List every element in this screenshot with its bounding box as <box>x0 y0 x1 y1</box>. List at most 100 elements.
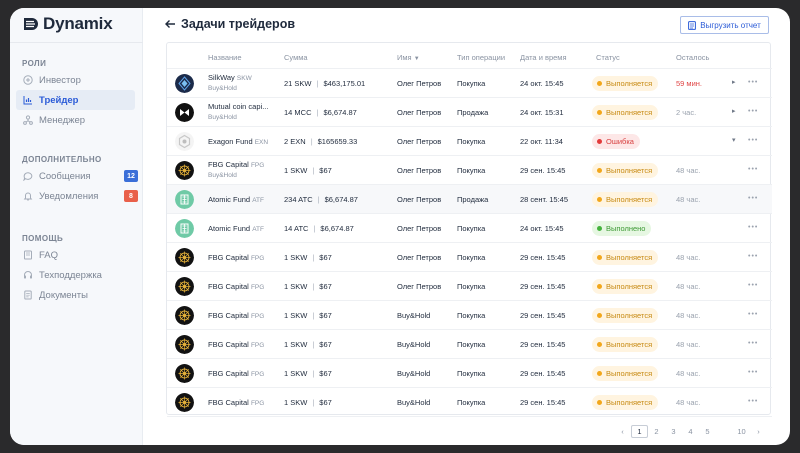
asset-name[interactable]: Atomic Fund ATF <box>208 195 278 204</box>
sum-amount: 14 ATC <box>284 224 309 233</box>
asset-name[interactable]: Exagon Fund EXN <box>208 137 278 146</box>
logo[interactable]: Dynamix <box>22 13 113 35</box>
operation-type: Покупка <box>457 224 486 233</box>
status-dot <box>597 226 602 231</box>
sidebar-item-notifications[interactable]: Уведомления 8 <box>16 186 138 206</box>
sum-usd: $165659.33 <box>317 137 358 146</box>
table-row[interactable]: Mutual coin capi... Buy&Hold 14 MCC | $6,674… <box>167 98 772 127</box>
asset-name-text: Atomic Fund <box>208 224 251 233</box>
table-row[interactable]: FBG Capital FPG 1 SKW | $67 Buy&Hold Покупка 2… <box>167 330 772 359</box>
header-user[interactable]: Имя ▼ <box>397 53 420 62</box>
table-row[interactable]: FBG Capital FPG 1 SKW | $67 Buy&Hold Покупка 2… <box>167 359 772 388</box>
asset-name[interactable]: Atomic Fund ATF <box>208 224 278 233</box>
sidebar-item-label: Уведомления <box>39 190 99 202</box>
time-left: 48 час. <box>676 340 701 349</box>
asset-strategy: Buy&Hold <box>208 114 237 121</box>
asset-ticker: ATF <box>252 226 264 233</box>
more-options-icon[interactable]: ••• <box>748 398 758 405</box>
status-badge: Выполняется <box>592 279 659 294</box>
user-cell: Buy&Hold <box>397 369 431 378</box>
sidebar-item-label: Техподдержка <box>39 269 102 281</box>
header-datetime[interactable]: Дата и время <box>520 53 567 62</box>
table-row[interactable]: FBG Capital FPG Buy&Hold 1 SKW | $67 Олег Пет… <box>167 156 772 185</box>
sidebar-item-trader[interactable]: Трейдер <box>16 90 135 110</box>
sidebar-item-faq[interactable]: FAQ <box>16 245 135 265</box>
sum-separator: | <box>312 398 315 407</box>
operation-type: Покупка <box>457 282 486 291</box>
pagination-page[interactable]: 4 <box>682 425 699 438</box>
fbg-avatar <box>175 248 194 267</box>
asset-name[interactable]: FBG Capital FPG <box>208 369 278 378</box>
asset-name[interactable]: FBG Capital FPG <box>208 340 278 349</box>
more-options-icon[interactable]: ••• <box>748 340 758 347</box>
status-label: Выполняется <box>606 195 653 204</box>
more-options-icon[interactable]: ••• <box>748 137 758 144</box>
more-options-icon[interactable]: ••• <box>748 195 758 202</box>
asset-name[interactable]: FBG Capital FPG <box>208 160 278 169</box>
asset-name[interactable]: FBG Capital FPG <box>208 282 278 291</box>
status-dot <box>597 342 602 347</box>
header-type[interactable]: Тип операции <box>457 53 505 62</box>
more-options-icon[interactable]: ••• <box>748 311 758 318</box>
status-dot <box>597 371 602 376</box>
sum-usd: $67 <box>319 282 332 291</box>
more-options-icon[interactable]: ••• <box>748 108 758 115</box>
header-left[interactable]: Осталось <box>676 53 709 62</box>
more-options-icon[interactable]: ••• <box>748 166 758 173</box>
asset-ticker: EXN <box>254 139 269 146</box>
time-left: 48 час. <box>676 311 701 320</box>
export-report-button[interactable]: Выгрузить отчет <box>680 16 769 34</box>
table-row[interactable]: FBG Capital FPG 1 SKW | $67 Buy&Hold Покупка 2… <box>167 388 772 417</box>
sidebar-item-label: Менеджер <box>39 114 86 126</box>
more-options-icon[interactable]: ••• <box>748 369 758 376</box>
table-row[interactable]: Exagon Fund EXN 2 EXN | $165659.33 Олег Петр… <box>167 127 772 156</box>
table-row[interactable]: FBG Capital FPG 1 SKW | $67 Олег Петров Покуп… <box>167 272 772 301</box>
user-cell: Олег Петров <box>397 137 442 146</box>
header-status[interactable]: Статус <box>596 53 620 62</box>
back-link[interactable]: Задачи трейдеров <box>164 17 295 31</box>
datetime-cell: 24 окт. 15:45 <box>520 224 564 233</box>
pagination-page[interactable]: 3 <box>665 425 682 438</box>
expand-down-icon[interactable]: ▾ <box>732 136 736 144</box>
header-sum[interactable]: Сумма <box>284 53 308 62</box>
status-badge: Выполняется <box>592 337 659 352</box>
pagination-prev[interactable]: ‹ <box>614 425 631 438</box>
expand-right-icon[interactable]: ▸ <box>732 107 736 115</box>
pagination-page[interactable]: 10 <box>733 425 750 438</box>
asset-strategy: Buy&Hold <box>208 85 237 92</box>
asset-name[interactable]: FBG Capital FPG <box>208 398 278 407</box>
pagination-page[interactable]: 2 <box>648 425 665 438</box>
asset-name[interactable]: FBG Capital FPG <box>208 253 278 262</box>
sidebar-section-title: ПОМОЩЬ <box>22 234 64 243</box>
sidebar-item-messages[interactable]: Сообщения 12 <box>16 166 138 186</box>
more-options-icon[interactable]: ••• <box>748 79 758 86</box>
sum-cell: 21 SKW | $463,175.01 <box>284 79 365 88</box>
sidebar-item-manager[interactable]: Менеджер <box>16 110 135 130</box>
header-name[interactable]: Название <box>208 53 242 62</box>
asset-ticker: FPG <box>250 255 265 262</box>
sidebar-item-investor[interactable]: Инвестор <box>16 70 135 90</box>
table-row[interactable]: SilkWay SKW Buy&Hold 21 SKW | $463,175.01 Оле… <box>167 69 772 98</box>
asset-name[interactable]: SilkWay SKW <box>208 73 278 82</box>
more-options-icon[interactable]: ••• <box>748 253 758 260</box>
table-row[interactable]: Atomic Fund ATF 234 ATC | $6,674.87 Олег Пет… <box>167 185 772 214</box>
asset-name[interactable]: FBG Capital FPG <box>208 311 278 320</box>
pagination-next[interactable]: › <box>750 425 767 438</box>
more-options-icon[interactable]: ••• <box>748 224 758 231</box>
asset-name[interactable]: Mutual coin capi... <box>208 102 278 111</box>
time-left: 2 час. <box>676 108 697 117</box>
table-row[interactable]: FBG Capital FPG 1 SKW | $67 Олег Петров Покуп… <box>167 243 772 272</box>
table-row[interactable]: FBG Capital FPG 1 SKW | $67 Buy&Hold Покупка 2… <box>167 301 772 330</box>
more-options-icon[interactable]: ••• <box>748 282 758 289</box>
page-title: Задачи трейдеров <box>181 17 296 31</box>
sidebar-item-support[interactable]: Техподдержка <box>16 265 135 285</box>
pagination-page[interactable]: 5 <box>699 425 716 438</box>
sum-usd: $463,175.01 <box>323 79 366 88</box>
arrow-left-icon <box>165 20 175 28</box>
table-row[interactable]: Atomic Fund ATF 14 ATC | $6,674.87 Олег Петр… <box>167 214 772 243</box>
operation-type: Покупка <box>457 340 486 349</box>
pagination-page[interactable]: 1 <box>631 425 648 438</box>
sidebar-item-documents[interactable]: Документы <box>16 285 135 305</box>
time-left: 59 мин. <box>676 79 702 88</box>
expand-right-icon[interactable]: ▸ <box>732 78 736 86</box>
